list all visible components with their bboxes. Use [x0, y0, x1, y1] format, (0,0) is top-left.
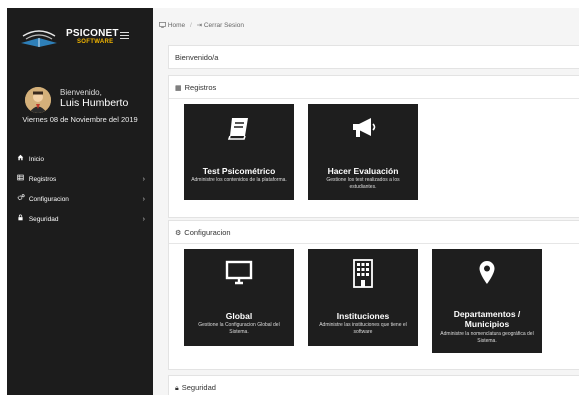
card-global[interactable]: Global Gestione la Configuracion Global … [184, 249, 294, 346]
card-title: Hacer Evaluación [327, 166, 399, 176]
sign-out-icon: ⇥ [196, 22, 203, 29]
avatar [25, 87, 51, 113]
configuracion-panel-header: ⚙ Configuracion [169, 221, 579, 244]
card-departamentos-municipios[interactable]: Departamentos / Municipios Administre la… [432, 249, 542, 353]
brand-subtitle: SOFTWARE [77, 39, 114, 45]
chevron-right-icon: › [142, 216, 145, 223]
breadcrumb-home-label: Home [167, 22, 186, 29]
sidebar-item-registros[interactable]: Registros › [7, 170, 153, 190]
card-description: Administre los contenidos de la platafor… [191, 177, 287, 183]
welcome-text: Bienvenido, [60, 88, 102, 97]
configuracion-panel: ⚙ Configuracion Global Gestione la Config… [168, 220, 579, 370]
main-content: Home / ⇥ Cerrar Sesion Bienvenido/a ▦ Reg… [153, 8, 579, 395]
card-instituciones[interactable]: Instituciones Administre las institucion… [308, 249, 418, 346]
lock-icon [17, 210, 27, 230]
user-name: Luis Humberto [60, 97, 129, 109]
seguridad-panel-header: 🔒︎ Seguridad [169, 376, 579, 395]
book-icon [184, 114, 294, 147]
building-icon [308, 259, 418, 294]
megaphone-icon [308, 114, 418, 147]
brand-title: PSICONET [66, 28, 119, 39]
sidebar-item-label: Inicio [28, 156, 44, 163]
card-description: Administre la nomenclatura geográfica de… [440, 331, 534, 344]
sidebar-nav: Inicio Registros › Configuracion › Segur… [7, 150, 153, 230]
configuracion-title: Configuracion [184, 228, 231, 237]
sidebar-item-configuracion[interactable]: Configuracion › [7, 190, 153, 210]
breadcrumb-logout[interactable]: ⇥ Cerrar Sesion [197, 22, 244, 29]
sidebar-item-inicio[interactable]: Inicio [7, 150, 153, 170]
card-title: Instituciones [336, 311, 390, 321]
app-window: PSICONET SOFTWARE Bienvenido, Luis Humbe… [7, 8, 579, 395]
seguridad-title: Seguridad [181, 383, 216, 392]
seguridad-panel: 🔒︎ Seguridad [168, 375, 579, 395]
breadcrumb-separator: / [189, 22, 192, 29]
monitor-icon [184, 259, 294, 292]
sidebar-item-label: Configuracion [28, 196, 69, 203]
registros-panel-header: ▦ Registros [169, 76, 579, 99]
welcome-panel-title: Bienvenido/a [175, 53, 219, 62]
user-panel: Bienvenido, Luis Humberto Viernes 08 de … [7, 83, 153, 143]
table-icon: ▦ [175, 85, 182, 92]
current-date: Viernes 08 de Noviembre del 2019 [22, 115, 138, 124]
table-icon [17, 170, 27, 190]
card-title: Departamentos / Municipios [453, 309, 521, 329]
card-description: Gestione la Configuracion Global del Sis… [198, 322, 280, 335]
card-description: Administre las instituciones que tiene e… [319, 322, 407, 335]
map-marker-icon [432, 259, 542, 292]
home-icon [17, 150, 27, 170]
sidebar-item-seguridad[interactable]: Seguridad › [7, 210, 153, 230]
card-test-psicometrico[interactable]: Test Psicométrico Administre los conteni… [184, 104, 294, 200]
card-title: Global [225, 311, 253, 321]
monitor-small-icon [159, 22, 166, 28]
brand: PSICONET SOFTWARE [7, 8, 153, 66]
chevron-right-icon: › [142, 196, 145, 203]
chevron-right-icon: › [142, 176, 145, 183]
logo-mark-icon [21, 30, 57, 47]
breadcrumb: Home / ⇥ Cerrar Sesion [159, 21, 244, 29]
breadcrumb-logout-label: Cerrar Sesion [203, 22, 244, 29]
registros-title: Registros [184, 83, 217, 92]
sidebar: PSICONET SOFTWARE Bienvenido, Luis Humbe… [7, 8, 153, 395]
cogs-icon: ⚙ [175, 230, 182, 237]
card-title: Test Psicométrico [202, 166, 276, 176]
card-hacer-evaluacion[interactable]: Hacer Evaluación Gestione los test reali… [308, 104, 418, 200]
breadcrumb-home[interactable]: Home [159, 22, 187, 29]
welcome-panel: Bienvenido/a [168, 45, 579, 69]
cogs-icon [17, 190, 27, 210]
sidebar-item-label: Registros [28, 176, 57, 183]
menu-toggle-icon[interactable] [120, 32, 129, 40]
logo[interactable]: PSICONET SOFTWARE [19, 24, 119, 54]
sidebar-item-label: Seguridad [28, 216, 59, 223]
lock-icon: 🔒︎ [175, 385, 179, 392]
registros-panel: ▦ Registros Test Psicométrico Administre … [168, 75, 579, 218]
avatar-icon [25, 87, 51, 113]
card-description: Gestione los test realizados a los estud… [326, 177, 400, 190]
